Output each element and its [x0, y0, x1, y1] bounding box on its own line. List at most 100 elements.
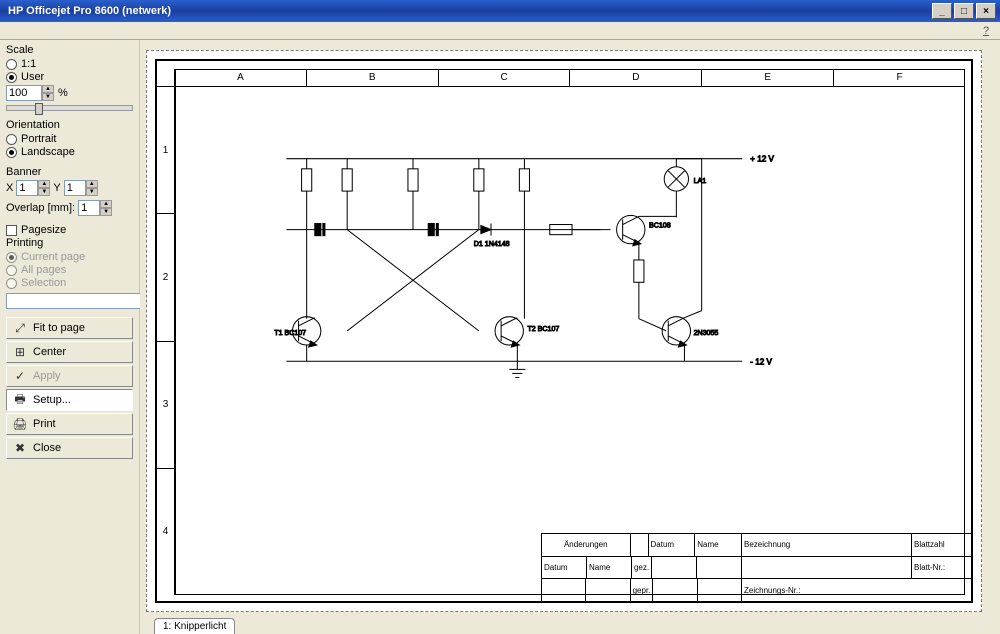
drawing-sheet: 1 2 3 4 A B C D E F [155, 59, 973, 603]
row-label: 1 [157, 87, 175, 214]
print-selection-label: Selection [21, 277, 66, 289]
print-icon: 🖨 [13, 417, 27, 431]
slider-thumb-icon[interactable] [35, 103, 43, 115]
row-label: 3 [157, 342, 175, 469]
pagesize-label: Pagesize [21, 224, 66, 236]
close-window-button[interactable]: × [976, 3, 996, 19]
center-icon: ⊞ [13, 345, 27, 359]
scale-down-icon[interactable]: ▼ [42, 93, 54, 101]
scale-user-radio[interactable] [6, 72, 17, 83]
tb-header: Änderungen [542, 534, 631, 556]
scale-title: Scale [6, 44, 133, 56]
banner-y-down-icon[interactable]: ▼ [86, 188, 98, 196]
tb-bez: Bezeichnung [742, 534, 912, 556]
fit-icon: ⤢ [13, 321, 27, 335]
overlap-up-icon[interactable]: ▲ [100, 200, 112, 208]
tb-col-name: Name [695, 534, 741, 556]
tb-gez: gez. [632, 557, 652, 579]
pagesize-group: Pagesize [6, 224, 133, 236]
svg-text:BC108: BC108 [649, 222, 671, 230]
row-header-column: 1 2 3 4 [157, 69, 175, 595]
landscape-label: Landscape [21, 146, 75, 158]
orientation-title: Orientation [6, 119, 133, 131]
pagesize-checkbox[interactable] [6, 225, 17, 236]
setup-icon: 🖶 [13, 393, 27, 407]
printing-group: Printing Current page All pages Selectio… [6, 237, 133, 309]
fit-label: Fit to page [33, 322, 85, 334]
tb-zeich: Zeichnungs-Nr.: [742, 579, 971, 601]
tb-row-datum: Datum [542, 557, 587, 579]
svg-text:- 12 V: - 12 V [750, 357, 772, 366]
tb-blattzahl: Blattzahl [912, 534, 971, 556]
landscape-radio[interactable] [6, 147, 17, 158]
svg-text:2N3055: 2N3055 [694, 329, 719, 337]
scale-11-radio[interactable] [6, 59, 17, 70]
scale-slider[interactable] [6, 105, 133, 111]
row-label: 4 [157, 469, 175, 595]
print-current-radio [6, 252, 17, 263]
schematic-drawing: + 12 V LA1 [175, 87, 965, 595]
overlap-label: Overlap [mm]: [6, 202, 75, 214]
tb-blattnr: Blatt-Nr.: [912, 557, 971, 579]
print-all-label: All pages [21, 264, 66, 276]
printing-title: Printing [6, 237, 133, 249]
options-sidebar: Scale 1:1 User ▲ ▼ % [0, 40, 140, 634]
row-label: 2 [157, 214, 175, 341]
banner-y-label: Y [53, 182, 60, 194]
apply-label: Apply [33, 370, 61, 382]
drawing-title-block: Änderungen Datum Name Datum Name gez. [541, 533, 971, 601]
banner-x-down-icon[interactable]: ▼ [38, 188, 50, 196]
scale-percent-label: % [58, 87, 68, 99]
svg-text:T2 BC107: T2 BC107 [527, 325, 559, 333]
tb-gepr: gepr. [631, 579, 654, 601]
svg-text:+ 12 V: + 12 V [750, 155, 774, 164]
banner-title: Banner [6, 166, 133, 178]
overlap-input[interactable] [78, 200, 100, 216]
scale-user-label: User [21, 71, 44, 83]
scale-group: Scale 1:1 User ▲ ▼ % [6, 44, 133, 111]
banner-x-label: X [6, 182, 13, 194]
setup-button[interactable]: 🖶 Setup... [6, 389, 133, 411]
banner-y-up-icon[interactable]: ▲ [86, 180, 98, 188]
overlap-down-icon[interactable]: ▼ [100, 208, 112, 216]
preview-area: 1 2 3 4 A B C D E F [140, 40, 1000, 634]
fit-to-page-button[interactable]: ⤢ Fit to page [6, 317, 133, 339]
print-selection-radio [6, 278, 17, 289]
print-button[interactable]: 🖨 Print [6, 413, 133, 435]
close-icon: ✖ [13, 441, 27, 455]
portrait-radio[interactable] [6, 134, 17, 145]
center-label: Center [33, 346, 66, 358]
close-label: Close [33, 442, 61, 454]
minimize-button[interactable]: _ [932, 3, 952, 19]
scale-11-label: 1:1 [21, 58, 36, 70]
sheet-tab[interactable]: 1: Knipperlicht [154, 618, 235, 634]
print-all-radio [6, 265, 17, 276]
help-bar: ? [0, 22, 1000, 40]
close-button[interactable]: ✖ Close [6, 437, 133, 459]
scale-value-input[interactable] [6, 85, 42, 101]
banner-x-input[interactable] [16, 180, 38, 196]
apply-icon: ✓ [13, 369, 27, 383]
svg-text:D1 1N4148: D1 1N4148 [474, 240, 510, 248]
banner-group: Banner X ▲▼ Y ▲▼ Overlap [mm]: ▲▼ [6, 166, 133, 216]
svg-text:LA1: LA1 [694, 177, 707, 185]
orientation-group: Orientation Portrait Landscape [6, 119, 133, 158]
tb-row-name: Name [587, 557, 632, 579]
maximize-button[interactable]: □ [954, 3, 974, 19]
window-title: HP Officejet Pro 8600 (netwerk) [4, 5, 930, 17]
sheet-tab-strip: 1: Knipperlicht [146, 612, 982, 634]
center-button[interactable]: ⊞ Center [6, 341, 133, 363]
banner-y-input[interactable] [64, 180, 86, 196]
circuit-svg: + 12 V LA1 [175, 87, 965, 595]
apply-button: ✓ Apply [6, 365, 133, 387]
print-label: Print [33, 418, 56, 430]
svg-text:T1 BC107: T1 BC107 [274, 329, 306, 337]
help-icon[interactable]: ? [978, 25, 994, 37]
tb-col-datum: Datum [649, 534, 696, 556]
print-current-label: Current page [21, 251, 85, 263]
banner-x-up-icon[interactable]: ▲ [38, 180, 50, 188]
print-preview-frame[interactable]: 1 2 3 4 A B C D E F [146, 50, 982, 612]
setup-label: Setup... [33, 394, 71, 406]
scale-up-icon[interactable]: ▲ [42, 85, 54, 93]
window-titlebar: HP Officejet Pro 8600 (netwerk) _ □ × [0, 0, 1000, 22]
